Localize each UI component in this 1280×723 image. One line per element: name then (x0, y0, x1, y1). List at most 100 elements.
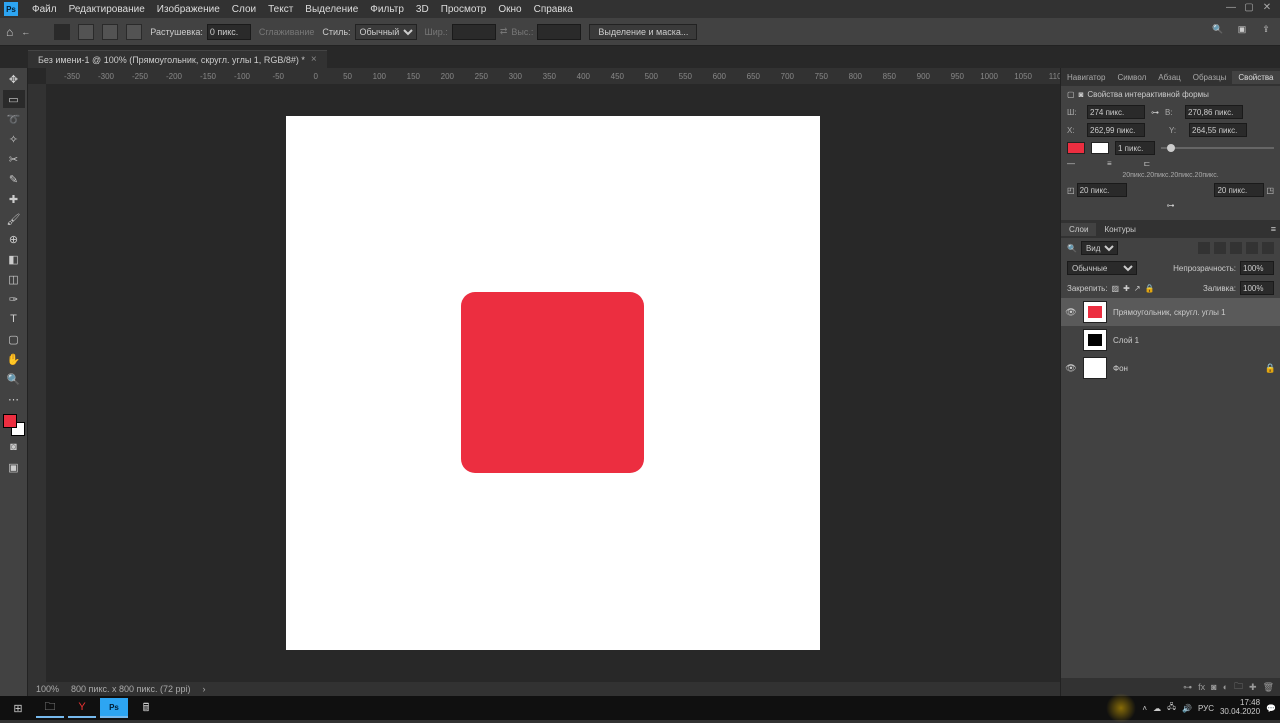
lasso-tool[interactable]: ➰ (3, 110, 25, 128)
filter-img-icon[interactable] (1198, 242, 1210, 254)
stroke-swatch[interactable] (1091, 142, 1109, 154)
corner-tl-input[interactable] (1077, 183, 1127, 197)
workspace-icon[interactable]: ▣ (1234, 24, 1250, 40)
document-tab[interactable]: Без имени-1 @ 100% (Прямоугольник, скруг… (28, 50, 327, 68)
tray-notif-icon[interactable]: 💬 (1266, 704, 1276, 713)
info-chevron-icon[interactable]: › (202, 684, 205, 694)
tab-navigator[interactable]: Навигатор (1061, 71, 1111, 84)
document-canvas[interactable] (286, 116, 820, 650)
lock-px-icon[interactable]: ▨ (1112, 284, 1120, 293)
menu-help[interactable]: Справка (528, 2, 579, 17)
eyedropper-tool[interactable]: ✎ (3, 170, 25, 188)
menu-layer[interactable]: Слои (226, 2, 262, 17)
tray-lang[interactable]: РУС (1198, 704, 1214, 713)
filter-type-icon[interactable] (1230, 242, 1242, 254)
start-button[interactable]: ⊞ (4, 698, 32, 718)
yandex-icon[interactable]: Y (68, 698, 96, 718)
type-tool[interactable]: T (3, 310, 25, 328)
tray-net-icon[interactable]: 🖧 (1167, 701, 1176, 715)
screenmode-tool[interactable]: ▣ (3, 458, 25, 476)
hand-tool[interactable]: ✋ (3, 350, 25, 368)
adjust-icon[interactable]: ◐ (1223, 682, 1228, 692)
shape-tool[interactable]: ▢ (3, 330, 25, 348)
new-layer-icon[interactable]: ✚ (1249, 682, 1257, 693)
tab-samples[interactable]: Образцы (1187, 71, 1233, 84)
search-icon[interactable]: 🔍 (1210, 24, 1226, 40)
gradient-tool[interactable]: ◫ (3, 270, 25, 288)
layer-row[interactable]: 👁Прямоугольник, скругл. углы 1 (1061, 298, 1280, 326)
lock-art-icon[interactable]: ↗ (1134, 284, 1141, 293)
calculator-icon[interactable]: 🖩 (132, 698, 160, 718)
back-icon[interactable]: ← (21, 27, 30, 37)
tab-close-icon[interactable]: × (311, 54, 317, 65)
foreground-color[interactable] (3, 414, 17, 428)
filter-select[interactable]: Вид (1081, 241, 1118, 255)
zoom-tool[interactable]: 🔍 (3, 370, 25, 388)
marquee-sub-icon[interactable] (102, 24, 118, 40)
filter-shape-icon[interactable] (1246, 242, 1258, 254)
tab-properties[interactable]: Свойства (1232, 71, 1279, 84)
stroke-width-input[interactable] (1115, 141, 1155, 155)
select-mask-button[interactable]: Выделение и маска... (589, 24, 697, 40)
menu-edit[interactable]: Редактирование (63, 2, 151, 17)
explorer-icon[interactable]: 🗀 (36, 698, 64, 718)
filter-smart-icon[interactable] (1262, 242, 1274, 254)
marquee-int-icon[interactable] (126, 24, 142, 40)
filter-adj-icon[interactable] (1214, 242, 1226, 254)
stroke-style-icon[interactable]: — (1067, 159, 1075, 168)
blend-select[interactable]: Обычные (1067, 261, 1137, 275)
fill-input[interactable] (1240, 281, 1274, 295)
menu-type[interactable]: Текст (262, 2, 299, 17)
marquee-new-icon[interactable] (54, 24, 70, 40)
menu-image[interactable]: Изображение (151, 2, 226, 17)
lock-pos-icon[interactable]: ✚ (1123, 284, 1130, 293)
link-layers-icon[interactable]: ⊶ (1183, 682, 1192, 693)
quickmask-tool[interactable]: ◙ (3, 438, 25, 456)
photoshop-taskbar-icon[interactable]: Ps (100, 698, 128, 718)
rounded-rect-shape[interactable] (461, 292, 644, 473)
tray-cloud-icon[interactable]: ☁ (1153, 704, 1161, 713)
zoom-value[interactable]: 100% (36, 684, 59, 694)
menu-window[interactable]: Окно (492, 2, 527, 17)
heal-tool[interactable]: ✚ (3, 190, 25, 208)
style-select[interactable]: Обычный (355, 24, 417, 40)
stamp-tool[interactable]: ⊕ (3, 230, 25, 248)
visibility-icon[interactable] (1065, 334, 1077, 346)
fx-icon[interactable]: fx (1198, 682, 1205, 692)
visibility-icon[interactable]: 👁 (1065, 362, 1077, 374)
mask-icon[interactable]: ◙ (1211, 682, 1216, 692)
pen-tool[interactable]: ✑ (3, 290, 25, 308)
wand-tool[interactable]: ✧ (3, 130, 25, 148)
brush-tool[interactable]: 🖌 (3, 210, 25, 228)
color-swatches[interactable] (3, 414, 25, 436)
link-corners-icon[interactable]: ⊶ (1167, 201, 1175, 210)
layer-row[interactable]: Слой 1 (1061, 326, 1280, 354)
layers-menu-icon[interactable]: ≡ (1267, 224, 1280, 234)
stroke-slider[interactable] (1161, 147, 1274, 149)
visibility-icon[interactable]: 👁 (1065, 306, 1077, 318)
w-input[interactable] (1087, 105, 1145, 119)
eraser-tool[interactable]: ◧ (3, 250, 25, 268)
tab-layers[interactable]: Слои (1061, 223, 1096, 236)
share-icon[interactable]: ⇪ (1258, 24, 1274, 40)
stroke-align-icon[interactable]: ≡ (1107, 159, 1112, 168)
tray-chevron-icon[interactable]: ˄ (1142, 704, 1147, 713)
menu-file[interactable]: Файл (26, 2, 63, 17)
menu-filter[interactable]: Фильтр (364, 2, 410, 17)
tray-clock[interactable]: 17:48 30.04.2020 (1220, 699, 1260, 717)
stroke-caps-icon[interactable]: ⊏ (1144, 159, 1151, 168)
opacity-input[interactable] (1240, 261, 1274, 275)
link-wh-icon[interactable]: ⊶ (1151, 108, 1159, 117)
menu-view[interactable]: Просмотр (435, 2, 493, 17)
menu-3d[interactable]: 3D (410, 2, 435, 17)
crop-tool[interactable]: ✂ (3, 150, 25, 168)
y-input[interactable] (1189, 123, 1247, 137)
more-tools-icon[interactable]: ⋯ (3, 390, 25, 408)
tab-character[interactable]: Символ (1111, 71, 1152, 84)
feather-input[interactable] (207, 24, 251, 40)
h-input[interactable] (1185, 105, 1243, 119)
x-input[interactable] (1087, 123, 1145, 137)
fill-swatch[interactable] (1067, 142, 1085, 154)
tray-sound-icon[interactable]: 🔊 (1182, 704, 1192, 713)
trash-icon[interactable]: 🗑 (1263, 682, 1274, 693)
